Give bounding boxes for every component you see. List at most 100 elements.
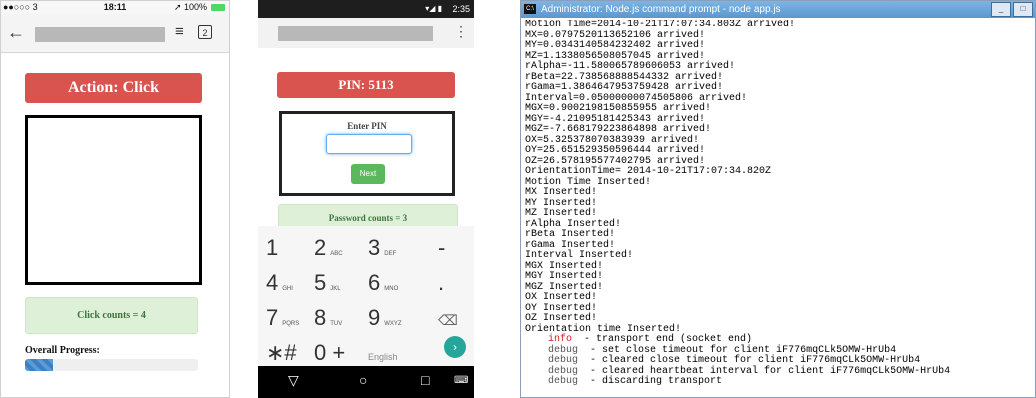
log-message: - transport end (socket end) <box>584 334 753 345</box>
key-digit: 6 <box>368 270 381 295</box>
key-letters: TUV <box>330 321 343 327</box>
key-digit: 5 <box>314 270 327 295</box>
home-circle-icon[interactable]: ○ <box>359 372 367 388</box>
key-letters: GHI <box>282 286 293 292</box>
enter-pin-label: Enter PIN <box>347 121 387 131</box>
back-triangle-icon[interactable]: ▽ <box>288 372 299 389</box>
keypad-key[interactable]: 8 TUV <box>314 300 368 335</box>
console-line: Interval Inserted! <box>525 250 634 261</box>
android-browser-panel: ▾◢ ▮ 2:35 ⋮ PIN: 5113 Enter PIN Next Pas… <box>258 0 474 398</box>
console-line: MGY Inserted! <box>525 271 604 282</box>
log-message: - set close timeout for client iF776mqCL… <box>590 344 897 356</box>
key-digit: 8 <box>314 305 327 330</box>
keypad-key[interactable]: 0 + <box>314 335 368 370</box>
progress-bar-fill <box>25 359 53 371</box>
keypad-key[interactable]: 2 ABC <box>314 230 368 265</box>
console-line: rBeta Inserted! <box>525 229 616 240</box>
pin-banner: PIN: 5113 <box>277 72 455 98</box>
key-digit: ⌫ <box>438 312 458 328</box>
keypad-key[interactable]: 5 JKL <box>314 265 368 300</box>
key-digit: 9 <box>368 305 381 330</box>
next-button[interactable]: Next <box>351 164 385 184</box>
url-bar[interactable] <box>278 26 433 41</box>
key-digit: 0 + <box>314 340 346 365</box>
keyboard-icon[interactable]: ⌨ <box>454 375 468 386</box>
key-digit: 4 <box>266 270 279 295</box>
log-message: - discarding transport <box>590 376 723 387</box>
key-letters: JKL <box>330 286 341 292</box>
console-line: OX Inserted! <box>525 292 598 303</box>
progress-label: Overall Progress: <box>25 345 100 356</box>
log-level: debug <box>548 344 579 356</box>
hamburger-icon[interactable]: ≡ <box>175 23 184 40</box>
pin-input[interactable] <box>326 134 412 154</box>
console-line: Motion Time=2014-10-21T17:07:34.803Z arr… <box>525 20 796 30</box>
console-line: rGama=1.3864647953759428 arrived! <box>525 82 724 93</box>
console-line: OY=25.651529350596444 arrived! <box>525 145 706 156</box>
key-digit: . <box>438 270 445 295</box>
keypad-key[interactable]: 7 PQRS <box>266 300 320 335</box>
console-line: OY Inserted! <box>525 302 598 314</box>
numeric-keypad: › 1 2 ABC 3 DEF -4 GHI 5 JKL 6 MNO. 7 PQRS 8 TUV 9 WXYZ ⌫… <box>258 226 474 366</box>
action-banner: Action: Click <box>25 73 202 103</box>
key-letters: PQRS <box>282 321 300 327</box>
console-line: MZ Inserted! <box>525 208 598 219</box>
key-letters: ABC <box>330 251 343 257</box>
keypad-key[interactable]: 3 DEF <box>368 230 422 265</box>
console-output: Motion Time=2014-10-21T17:07:34.803Z arr… <box>525 20 1031 395</box>
log-level: debug <box>548 365 579 377</box>
keypad-key[interactable]: ∗# <box>266 335 320 370</box>
battery-percent: ➚ 100% <box>173 2 207 12</box>
console-icon: C:\ <box>524 4 536 14</box>
tabs-icon[interactable]: 2 <box>198 25 212 39</box>
signal-battery-icons: ▾◢ ▮ <box>425 4 442 13</box>
click-target-area[interactable] <box>25 115 202 285</box>
key-digit: 7 <box>266 305 279 330</box>
node-console-window: C:\ Administrator: Node.js command promp… <box>520 0 1036 398</box>
maximize-icon[interactable]: □ <box>1013 2 1033 17</box>
progress-bar <box>25 359 198 371</box>
window-controls: _ □ <box>989 2 1033 19</box>
url-bar[interactable] <box>35 27 165 42</box>
console-line: MY Inserted! <box>525 197 598 209</box>
ios-status-bar: ●●○○○ 3 18:11 ➚ 100% <box>1 1 229 14</box>
log-level: debug <box>548 376 579 387</box>
android-status-bar: ▾◢ ▮ 2:35 <box>258 0 474 18</box>
console-line: MGZ=-7.668179223864898 arrived! <box>525 124 712 135</box>
recent-apps-icon[interactable]: □ <box>421 372 429 388</box>
key-letters: WXYZ <box>384 321 402 327</box>
minimize-icon[interactable]: _ <box>991 2 1011 17</box>
battery-icon <box>211 4 225 11</box>
log-level: debug <box>548 355 579 366</box>
pin-entry-box: Enter PIN Next <box>279 111 455 196</box>
keypad-key[interactable]: 4 GHI <box>266 265 320 300</box>
console-line: OrientationTime= 2014-10-21T17:07:34.820… <box>525 166 772 177</box>
window-titlebar: C:\ Administrator: Node.js command promp… <box>521 1 1035 18</box>
keypad-key[interactable]: . <box>438 265 492 300</box>
overflow-menu-icon[interactable]: ⋮ <box>454 23 468 40</box>
key-digit: ∗# <box>266 340 297 365</box>
log-message: - cleared heartbeat interval for client … <box>590 365 951 377</box>
keypad-key[interactable]: - <box>438 230 492 265</box>
browser-toolbar: ← ≡ 2 <box>1 14 229 53</box>
keypad-key[interactable]: ⌫ <box>438 300 492 335</box>
keypad-key[interactable]: English <box>368 335 422 370</box>
log-message: - cleared close timeout for client iF776… <box>590 355 921 366</box>
browser-toolbar: ⋮ <box>258 18 474 48</box>
keypad-key[interactable]: 6 MNO <box>368 265 422 300</box>
page-content: PIN: 5113 Enter PIN Next Password counts… <box>258 48 474 232</box>
android-nav-bar: ▽ ○ □ ⌨ <box>258 366 474 398</box>
click-counts-alert: Click counts = 4 <box>25 297 198 334</box>
console-line: MX Inserted! <box>525 187 598 198</box>
keypad-key[interactable]: 9 WXYZ <box>368 300 422 335</box>
console-line: OZ Inserted! <box>525 313 598 324</box>
keypad-key[interactable]: 1 <box>266 230 320 265</box>
console-line: MGX=0.9002198150855955 arrived! <box>525 103 712 114</box>
console-line: MY=0.0343140584232402 arrived! <box>525 40 706 51</box>
window-title: Administrator: Node.js command prompt - … <box>541 4 781 15</box>
go-arrow-icon[interactable]: › <box>444 336 466 358</box>
key-digit: 1 <box>266 235 279 260</box>
arrow-left-icon[interactable]: ← <box>7 22 25 43</box>
console-line: MGZ Inserted! <box>525 281 604 293</box>
key-letters: DEF <box>384 251 397 257</box>
